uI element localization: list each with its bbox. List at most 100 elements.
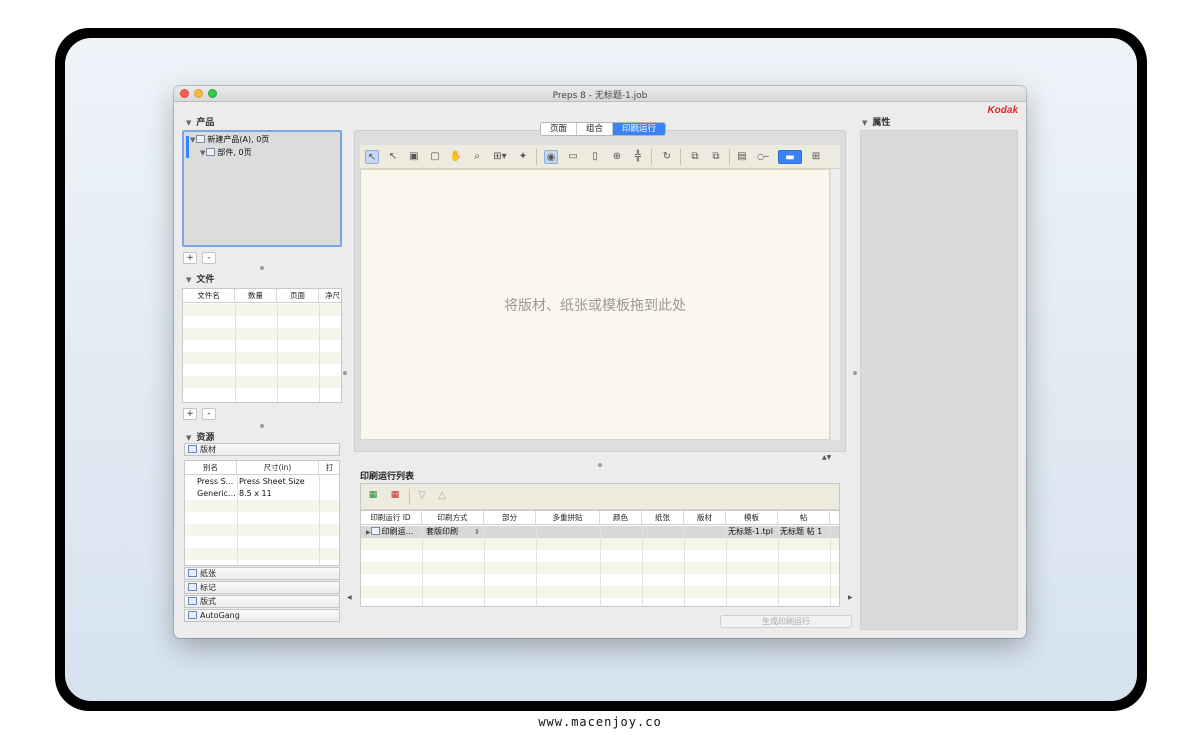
zoom-icon[interactable]: ⌕ — [470, 150, 484, 164]
resources-section-label: 资源 — [196, 433, 215, 443]
cell-alias: Press S... — [197, 477, 234, 486]
resource-tab-layouts[interactable]: 版式 — [184, 595, 340, 608]
column-header-run-id[interactable]: 印刷运行 ID — [361, 511, 422, 525]
cell-run-id[interactable]: ▶ 印刷运... — [366, 526, 422, 539]
add-file-button[interactable]: + — [183, 408, 197, 420]
tab-pages[interactable]: 页面 — [541, 123, 578, 135]
run-list-table[interactable]: 印刷运行 ID 印刷方式 部分 多重拼贴 颜色 纸张 版材 模板 帖 ▶ 印刷运.… — [361, 510, 839, 606]
tree-item-part[interactable]: ▼ 部件, 0页 — [200, 147, 252, 158]
table-row — [185, 524, 339, 536]
move-up-icon[interactable]: △ — [435, 489, 449, 503]
image-icon[interactable]: ▤ — [735, 150, 749, 164]
resources-section-header[interactable]: ▼ 资源 — [186, 430, 214, 443]
window-title: Preps 8 - 无标题-1.job — [552, 91, 648, 101]
magic-icon[interactable]: ✦ — [516, 150, 530, 164]
tab-press-runs[interactable]: 印刷运行 — [613, 123, 666, 135]
column-header-template[interactable]: 模板 — [726, 511, 778, 525]
column-divider — [684, 511, 685, 606]
table-row — [183, 304, 341, 316]
arrow-icon[interactable]: ↖ — [386, 150, 400, 164]
column-header-method[interactable]: 印刷方式 — [422, 511, 484, 525]
right-splitter-handle[interactable] — [853, 371, 857, 375]
move-down-icon[interactable]: ▽ — [415, 489, 429, 503]
crosshair-icon[interactable]: ⊕ — [610, 150, 624, 164]
files-table[interactable]: 文件名 数量 页面 净尺 — [182, 288, 342, 403]
title-bar: Preps 8 - 无标题-1.job — [174, 86, 1026, 102]
expand-collapse-icon[interactable]: ▲▼ — [822, 454, 831, 461]
column-header-color[interactable]: 颜色 — [600, 511, 642, 525]
tree-item-label: 部件, 0页 — [217, 148, 252, 157]
delete-run-icon[interactable]: ▦ — [386, 488, 404, 504]
column-header-multi-up[interactable]: 多重拼贴 — [536, 511, 600, 525]
generate-press-run-button[interactable]: 生成印刷运行 — [720, 615, 852, 628]
scroll-left-icon[interactable]: ◀ — [347, 594, 352, 601]
column-header-filename[interactable]: 文件名 — [183, 289, 235, 303]
arrow-select-icon[interactable]: ↖ — [365, 150, 379, 164]
zoom-slider[interactable]: ○─ — [754, 150, 772, 164]
resource-tab-label: 版材 — [200, 445, 216, 454]
ruler-icon[interactable]: ▭ — [564, 150, 582, 164]
view-single-icon[interactable]: ▬ — [778, 150, 802, 164]
splitter-handle[interactable] — [598, 463, 602, 467]
resource-tab-marks[interactable]: 标记 — [184, 581, 340, 594]
rotate-icon[interactable]: ↻ — [660, 150, 674, 164]
remove-product-button[interactable]: - — [202, 252, 216, 264]
layout-icon — [188, 597, 197, 605]
column-header-size[interactable]: 尺寸(in) — [237, 461, 319, 475]
column-header-quantity[interactable]: 数量 — [235, 289, 277, 303]
hand-icon[interactable]: ✋ — [449, 150, 463, 164]
splitter-handle[interactable] — [260, 266, 264, 270]
remove-file-button[interactable]: - — [202, 408, 216, 420]
cell-alias: Generic... — [197, 489, 236, 498]
column-header-paper[interactable]: 纸张 — [642, 511, 684, 525]
grid-icon[interactable]: ⊞▾ — [490, 150, 510, 164]
cell-method-select[interactable]: 套版印刷 ⇕ — [426, 526, 482, 538]
products-section-header[interactable]: ▼ 产品 — [186, 115, 214, 128]
page-icon[interactable]: ▢ — [428, 150, 442, 164]
paste-icon[interactable]: ⧉ — [709, 150, 723, 164]
column-header-print[interactable]: 打 — [319, 461, 339, 475]
properties-section-header[interactable]: ▼ 属性 — [862, 115, 890, 128]
add-run-icon[interactable]: ▦ — [364, 488, 382, 504]
plates-table[interactable]: 别名 尺寸(in) 打 Press S... Press Sheet Size … — [184, 460, 340, 566]
table-row — [183, 364, 341, 376]
tree-item-product[interactable]: ▼ 新建产品(A), 0页 — [190, 134, 269, 145]
column-header-part[interactable]: 部分 — [484, 511, 536, 525]
column-header-pages[interactable]: 页面 — [277, 289, 319, 303]
products-tree[interactable]: ▼ 新建产品(A), 0页 ▼ 部件, 0页 — [182, 130, 342, 247]
resource-tab-label: 标记 — [200, 583, 216, 592]
table-row — [183, 376, 341, 388]
copy-icon[interactable]: ⧉ — [688, 150, 702, 164]
run-list-toolbar: ▦ ▦ ▽ △ — [361, 484, 839, 510]
column-header-signature[interactable]: 帖 — [778, 511, 830, 525]
canvas-scrollbar[interactable] — [830, 169, 840, 440]
table-row — [185, 512, 339, 524]
app-window: Preps 8 - 无标题-1.job Kodak ▼ 产品 ▼ 新建产品(A), … — [174, 86, 1026, 638]
files-section-header[interactable]: ▼ 文件 — [186, 272, 214, 285]
resource-tab-plates[interactable]: 版材 — [184, 443, 340, 456]
scroll-right-icon[interactable]: ▶ — [848, 594, 853, 601]
column-header-plate[interactable]: 版材 — [684, 511, 726, 525]
add-product-button[interactable]: + — [183, 252, 197, 264]
column-header-alias[interactable]: 别名 — [185, 461, 237, 475]
column-header-trim[interactable]: 净尺 — [319, 289, 341, 303]
resource-tab-paper[interactable]: 纸张 — [184, 567, 340, 580]
product-icon — [196, 135, 206, 143]
column-divider — [319, 461, 320, 565]
view-tabs: 页面 组合 印刷运行 — [540, 122, 667, 136]
selection-indicator — [186, 136, 189, 158]
plates-table-header: 别名 尺寸(in) 打 — [185, 461, 339, 475]
view-multi-icon[interactable]: ⊞ — [806, 150, 826, 164]
drop-canvas[interactable]: 将版材、纸张或模板拖到此处 — [360, 169, 830, 440]
resource-tab-autogang[interactable]: AutoGang — [184, 609, 340, 622]
toolbar-separator — [409, 489, 410, 505]
splitter-handle[interactable] — [260, 424, 264, 428]
split-icon[interactable]: ╬ — [631, 150, 645, 164]
column-divider — [484, 511, 485, 606]
eye-icon[interactable]: ◉ — [544, 150, 558, 164]
left-splitter-handle[interactable] — [343, 371, 347, 375]
page-add-icon[interactable]: ▣ — [407, 150, 421, 164]
tab-assembly[interactable]: 组合 — [577, 123, 614, 135]
doc-icon[interactable]: ▯ — [588, 150, 602, 164]
disclosure-triangle-icon: ▼ — [186, 119, 192, 127]
